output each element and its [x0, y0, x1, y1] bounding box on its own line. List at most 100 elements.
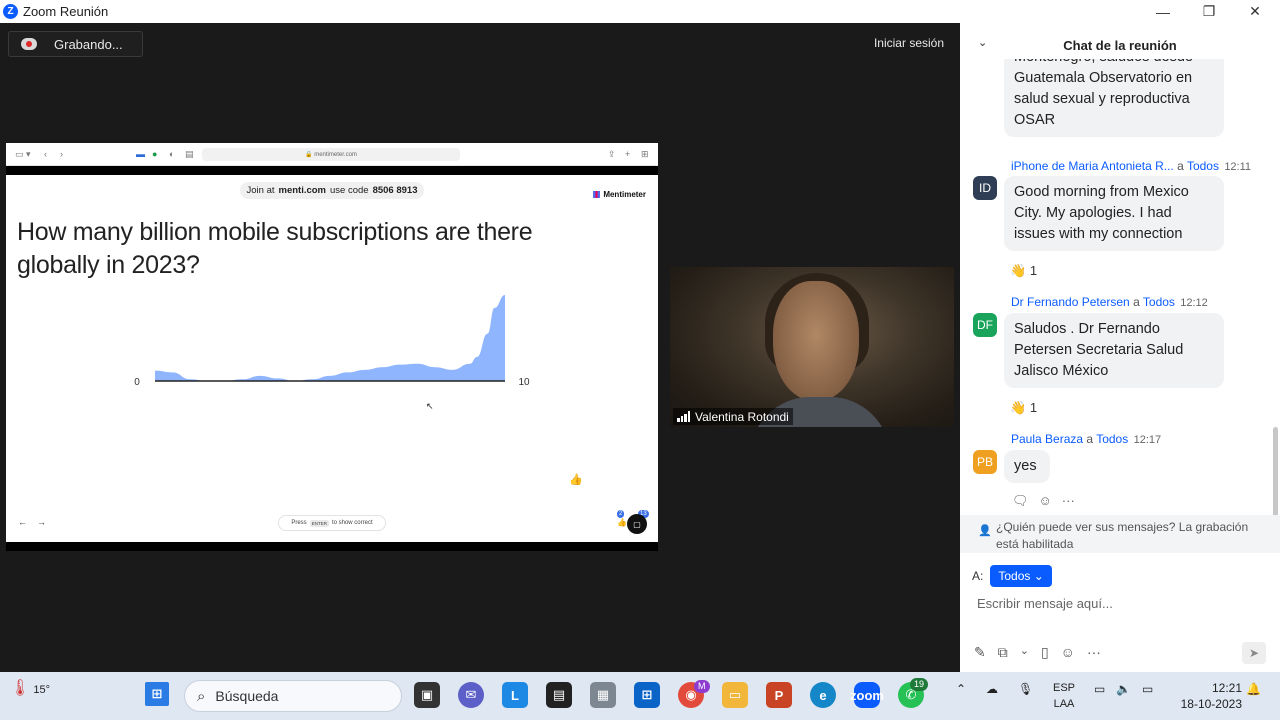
participant-video-tile[interactable]: Valentina Rotondi: [670, 267, 954, 427]
volume-icon[interactable]: 🔈: [1116, 682, 1131, 696]
recipient-name: Todos: [1142, 295, 1175, 309]
maximize-button[interactable]: ❐: [1186, 0, 1232, 23]
slide-question: How many billion mobile subscriptions ar…: [17, 218, 533, 279]
microphone-icon[interactable]: 🎙: [1018, 682, 1033, 696]
chevron-up-icon[interactable]: ⌃: [956, 682, 966, 696]
next-slide-arrow-icon[interactable]: →: [37, 517, 46, 527]
taskbar-search[interactable]: ⌕ Búsqueda: [184, 680, 402, 712]
prev-slide-arrow-icon[interactable]: ←: [18, 517, 27, 527]
share-icon: ⇪: [608, 149, 616, 159]
new-tab-icon: +: [625, 149, 631, 159]
reply-icon[interactable]: 🗨: [1012, 493, 1029, 509]
tabs-overview-icon: ⊞: [641, 149, 649, 159]
task-view-icon[interactable]: ▣: [414, 682, 440, 708]
input-language[interactable]: ESP LAA: [1050, 680, 1078, 712]
thumbs-up-reaction-icon: 👍: [569, 474, 583, 486]
chat-scrollbar[interactable]: [1272, 63, 1278, 523]
file-explorer-icon[interactable]: ▭: [722, 682, 748, 708]
reaction-count: 1: [1029, 263, 1038, 278]
chat-panel: ⌄ Chat de la reunión Montenegro, saludos…: [960, 23, 1280, 672]
avatar: ID: [973, 176, 997, 200]
more-options-icon[interactable]: ···: [1087, 644, 1101, 661]
avatar: PB: [973, 450, 997, 474]
chat-message-list[interactable]: Montenegro, saludos desde Guatemala Obse…: [960, 59, 1280, 515]
search-icon: ⌕: [197, 687, 206, 705]
add-reaction-icon[interactable]: ☺: [1039, 493, 1052, 509]
sticky-notes-icon[interactable]: ▤: [546, 682, 572, 708]
mentimeter-logo: Mentimeter: [593, 190, 646, 199]
recording-label: Grabando...: [54, 36, 123, 52]
sender-name[interactable]: iPhone de Maria Antonieta R...: [1011, 159, 1174, 173]
send-button[interactable]: ➤: [1242, 642, 1266, 664]
message-time: 12:17: [1133, 434, 1162, 446]
recipient-prefix: a: [1177, 159, 1184, 173]
reaction-count: 1: [1029, 400, 1038, 415]
sidebar-toggle-icon: ▭ ▾: [15, 149, 31, 159]
format-text-icon[interactable]: ✎: [974, 644, 986, 661]
join-code: 8506 8913: [372, 185, 418, 196]
clock-time: 12:21: [1211, 681, 1242, 695]
app-l-icon[interactable]: L: [502, 682, 528, 708]
chat-toolbar: ✎ ⧉ ⌄ ▯ ☺ ···: [974, 644, 1101, 661]
calculator-icon[interactable]: ▦: [590, 682, 616, 708]
notifications-icon[interactable]: 🔔: [1246, 682, 1261, 696]
reactions-icon[interactable]: 👍: [617, 518, 627, 527]
minimize-button[interactable]: —: [1140, 0, 1186, 23]
system-clock[interactable]: 12:21 18-10-2023: [1170, 680, 1242, 712]
waving-hand-icon: 👋: [1010, 400, 1027, 415]
emoji-icon[interactable]: ☺: [1061, 644, 1075, 661]
recipient-dropdown[interactable]: Todos ⌄: [990, 565, 1052, 587]
recipient-selector-row: A: Todos ⌄: [972, 565, 1052, 587]
message-reaction[interactable]: 👋 1: [1010, 400, 1037, 416]
join-site: menti.com: [278, 185, 327, 196]
chevron-down-icon[interactable]: ⌄: [978, 36, 987, 49]
chat-message-header: Paula Beraza a Todos 12:17: [1011, 432, 1161, 446]
microsoft-store-icon[interactable]: ⊞: [634, 682, 660, 708]
shield-icon: ◐: [169, 149, 175, 159]
chat-message-header: iPhone de Maria Antonieta R... a Todos 1…: [1011, 159, 1251, 173]
shared-screen: ▭ ▾ ‹ › ▬ ● ◐ ▤ 🔒 mentimeter.com ⇪ + ⊞ J…: [6, 143, 658, 551]
signin-link[interactable]: Iniciar sesión: [874, 36, 944, 50]
chat-scrollbar-thumb[interactable]: [1273, 427, 1278, 517]
recording-indicator[interactable]: Grabando...: [8, 31, 143, 57]
privacy-text: ¿Quién puede ver sus mensajes? La grabac…: [996, 520, 1249, 551]
join-instructions: Join at menti.com use code 8506 8913: [240, 182, 424, 199]
cloud-recording-icon: [21, 38, 37, 50]
chevron-down-icon[interactable]: ⌄: [1020, 644, 1029, 661]
edge-icon[interactable]: e: [810, 682, 836, 708]
whatsapp-badge: 19: [910, 678, 929, 691]
window-title: Zoom Reunión: [23, 4, 109, 19]
message-time: 12:12: [1180, 297, 1208, 309]
mouse-cursor-icon: ↖: [426, 401, 434, 411]
recipient-name: Todos: [1096, 432, 1129, 446]
windows-taskbar: 🌡 15° ⊞ ⌕ Búsqueda ▣ ✉ L ▤ ▦ ⊞ ◉ M ▭ P e…: [0, 672, 1280, 720]
close-button[interactable]: ✕: [1232, 0, 1278, 23]
powerpoint-icon[interactable]: P: [766, 682, 792, 708]
slide-footer: ← → Press ENTER to show correct 👍 2 13 ▢: [6, 510, 658, 542]
sender-name[interactable]: Paula Beraza: [1011, 432, 1083, 446]
window-titlebar: Z Zoom Reunión — ❐ ✕: [0, 0, 1280, 23]
reactions-count-badge: 2: [617, 510, 625, 518]
file-icon[interactable]: ▯: [1041, 644, 1049, 661]
grammar-extension-icon: ●: [152, 149, 158, 159]
chat-message-input[interactable]: [977, 596, 1257, 611]
chat-privacy-notice[interactable]: 👤 ¿Quién puede ver sus mensajes? La grab…: [960, 515, 1280, 553]
avatar: DF: [973, 313, 997, 337]
message-reaction[interactable]: 👋 1: [1010, 263, 1037, 279]
extension-icon: ▬: [136, 149, 145, 159]
search-label: Búsqueda: [215, 688, 279, 704]
sender-name[interactable]: Dr Fernando Petersen: [1011, 295, 1130, 309]
zoom-taskbar-icon[interactable]: zoom: [850, 682, 884, 708]
windows-start-icon[interactable]: ⊞: [145, 682, 169, 706]
screen-icon[interactable]: ▭: [1094, 682, 1105, 696]
more-options-icon[interactable]: ···: [1062, 493, 1075, 509]
lang-line2: LAA: [1053, 698, 1075, 710]
clock-date: 18-10-2023: [1180, 697, 1242, 711]
qa-chat-icon[interactable]: ▢: [627, 514, 647, 534]
chart-xmin-label: 0: [134, 377, 140, 388]
weather-widget[interactable]: 🌡 15°: [10, 678, 50, 698]
screenshot-icon[interactable]: ⧉: [998, 644, 1008, 661]
cloud-offline-icon[interactable]: ☁: [986, 682, 998, 696]
teams-chat-icon[interactable]: ✉: [458, 682, 484, 708]
battery-icon[interactable]: ▭: [1142, 682, 1153, 696]
